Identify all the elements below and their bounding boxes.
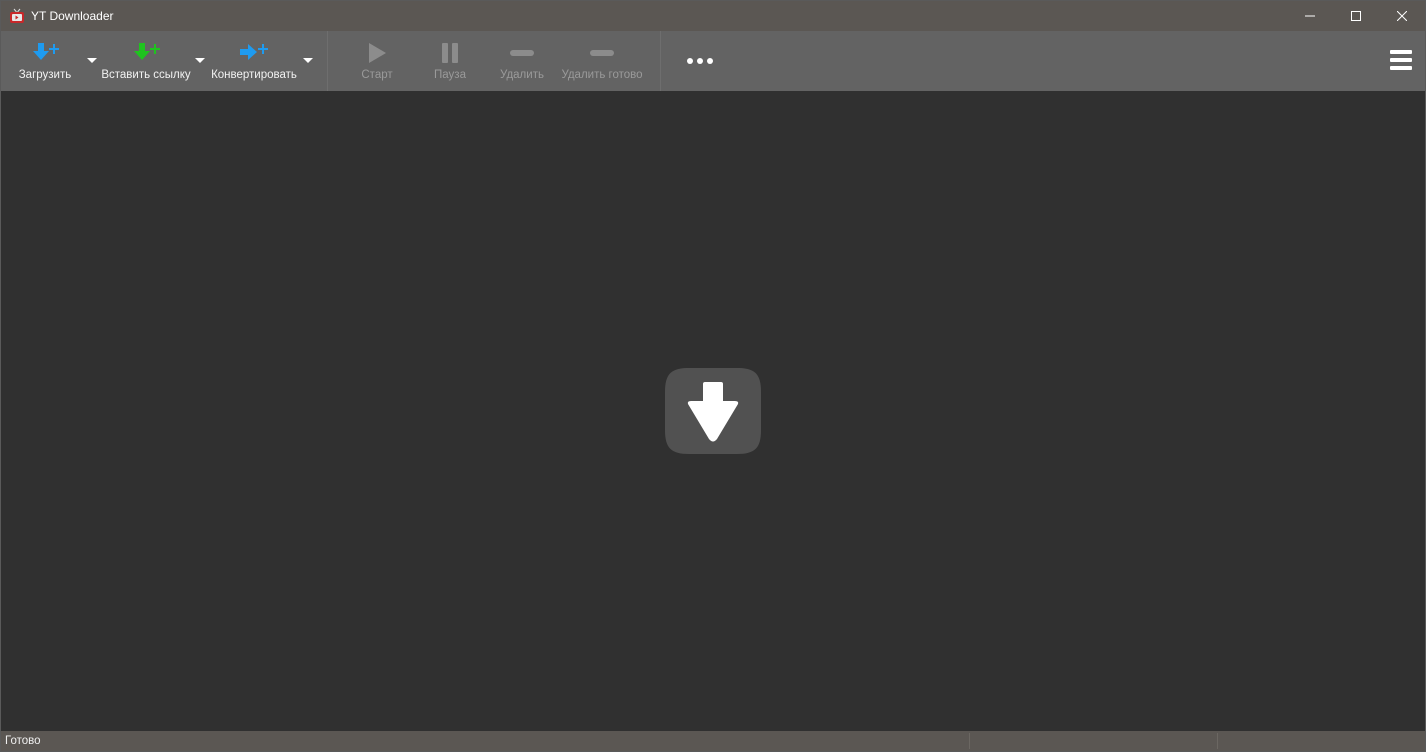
chevron-down-icon (303, 58, 313, 63)
start-label: Старт (361, 69, 393, 81)
delete-label: Удалить (500, 69, 544, 81)
convert-plus-icon (238, 41, 270, 65)
pause-icon (439, 41, 461, 65)
title-bar[interactable]: YT Downloader (1, 1, 1425, 31)
maximize-button[interactable] (1333, 1, 1379, 31)
start-button[interactable]: Старт (342, 31, 412, 91)
play-icon (366, 41, 388, 65)
pause-label: Пауза (434, 69, 466, 81)
download-dropdown-button[interactable] (85, 31, 99, 91)
app-window: YT Downloader Загрузить Вставить ссылку … (0, 0, 1426, 752)
delete-done-button[interactable]: Удалить готово (556, 31, 648, 91)
minus-icon (509, 41, 535, 65)
main-menu-button[interactable] (1377, 31, 1425, 91)
download-button[interactable]: Загрузить (5, 31, 85, 91)
delete-button[interactable]: Удалить (488, 31, 556, 91)
maximize-icon (1351, 11, 1361, 21)
hamburger-menu-icon (1390, 49, 1412, 74)
status-bar: Готово (1, 731, 1425, 751)
close-icon (1397, 11, 1407, 21)
window-controls (1287, 1, 1425, 31)
paste-link-label: Вставить ссылку (101, 69, 191, 81)
paste-link-button[interactable]: Вставить ссылку (99, 31, 193, 91)
minimize-button[interactable] (1287, 1, 1333, 31)
app-tv-icon (9, 8, 25, 24)
status-divider (1217, 733, 1218, 749)
delete-done-label: Удалить готово (561, 69, 643, 81)
paste-link-dropdown-button[interactable] (193, 31, 207, 91)
close-button[interactable] (1379, 1, 1425, 31)
chevron-down-icon (195, 58, 205, 63)
chevron-down-icon (87, 58, 97, 63)
paste-link-plus-icon (130, 41, 162, 65)
minimize-icon (1305, 15, 1315, 17)
window-title: YT Downloader (31, 9, 114, 23)
convert-label: Конвертировать (211, 69, 297, 81)
download-list-area[interactable] (1, 91, 1425, 731)
status-text: Готово (5, 735, 41, 747)
convert-dropdown-button[interactable] (301, 31, 315, 91)
convert-button[interactable]: Конвертировать (207, 31, 301, 91)
drop-download-icon (665, 368, 761, 454)
more-dots-icon (686, 54, 714, 68)
minus-done-icon (589, 41, 615, 65)
add-group: Загрузить Вставить ссылку Конвертировать (1, 31, 327, 91)
status-divider (969, 733, 970, 749)
download-plus-icon (29, 41, 61, 65)
download-label: Загрузить (18, 69, 72, 81)
more-button[interactable] (661, 31, 739, 91)
toolbar: Загрузить Вставить ссылку Конвертировать… (1, 31, 1425, 91)
pause-button[interactable]: Пауза (412, 31, 488, 91)
control-group: Старт Пауза Удалить Удалить готово (328, 31, 648, 91)
